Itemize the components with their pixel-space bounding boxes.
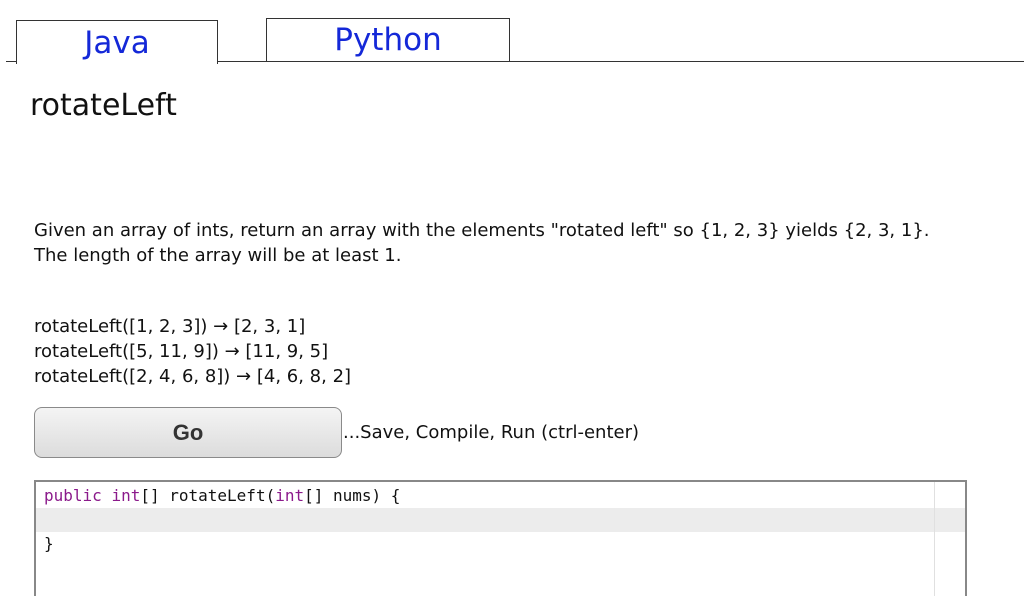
go-button[interactable]: Go (34, 407, 342, 458)
tab-java[interactable]: Java (16, 20, 218, 64)
keyword-public: public (44, 486, 102, 505)
code-line-current[interactable] (36, 508, 965, 532)
code-line-closing: } (44, 534, 54, 553)
example-line: rotateLeft([2, 4, 6, 8]) → [4, 6, 8, 2] (34, 366, 352, 387)
run-hint: ...Save, Compile, Run (ctrl-enter) (343, 422, 639, 443)
tab-java-label: Java (84, 24, 150, 61)
code-line-signature: public int[] rotateLeft(int[] nums) { (44, 484, 400, 508)
codingbat-page: Java Python rotateLeft Given an array of… (0, 0, 1024, 596)
problem-title: rotateLeft (30, 88, 177, 123)
examples-list: rotateLeft([1, 2, 3]) → [2, 3, 1] rotate… (34, 314, 351, 389)
keyword-int-param: int (275, 486, 305, 505)
keyword-int: int (111, 486, 141, 505)
signature-params: [] nums) { (304, 486, 401, 505)
tab-python[interactable]: Python (266, 18, 510, 61)
example-line: rotateLeft([1, 2, 3]) → [2, 3, 1] (34, 316, 306, 337)
code-editor[interactable]: public int[] rotateLeft(int[] nums) { } (34, 480, 967, 596)
problem-description: Given an array of ints, return an array … (34, 220, 930, 266)
editor-print-margin (934, 482, 935, 596)
tab-python-label: Python (334, 22, 442, 58)
signature-method: [] rotateLeft( (140, 486, 276, 505)
example-line: rotateLeft([5, 11, 9]) → [11, 9, 5] (34, 341, 329, 362)
